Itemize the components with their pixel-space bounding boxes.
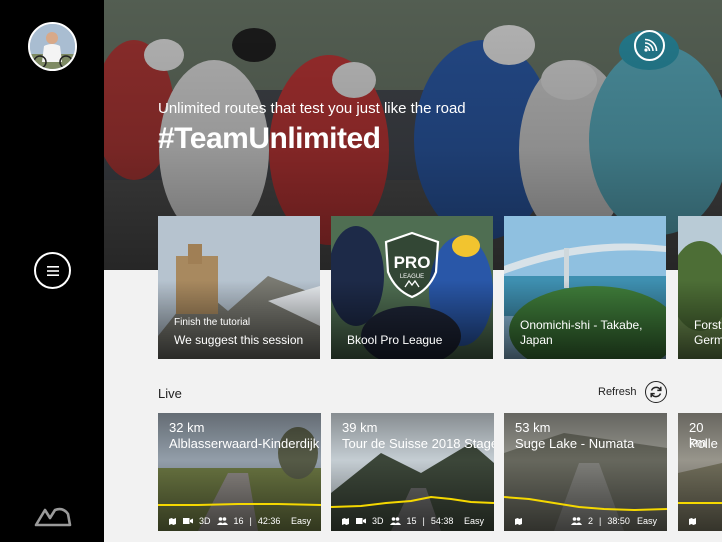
- route-meta: 2 | 38:50 Easy: [514, 515, 657, 527]
- avatar-image: [30, 24, 75, 69]
- route-distance: 53 km: [515, 420, 551, 435]
- route-meta: [688, 515, 712, 527]
- wifi-icon: [643, 38, 657, 52]
- hamburger-icon: [46, 265, 59, 276]
- card-title: Forst Germ: [694, 318, 722, 347]
- route-mode: 3D: [372, 516, 384, 526]
- map-icon: [688, 517, 697, 526]
- app-window: Unlimited routes that test you just like…: [0, 0, 722, 542]
- sidebar: [0, 0, 104, 542]
- elevation-profile: [158, 503, 321, 506]
- user-avatar[interactable]: [28, 22, 77, 71]
- riders-icon: [571, 517, 582, 525]
- route-name: Alblasserwaard-Kinderdijk: [169, 436, 320, 451]
- hero-title: #TeamUnlimited: [158, 122, 381, 155]
- route-difficulty: Easy: [463, 516, 484, 526]
- refresh-icon: [650, 386, 662, 398]
- route-name: Tour de Suisse 2018 Stage: [342, 436, 494, 451]
- route-time: 54:38: [430, 516, 454, 526]
- featured-card-pro-league[interactable]: PRO LEAGUE Bkool Pro League: [331, 216, 493, 359]
- card-title: We suggest this session: [174, 333, 304, 347]
- elevation-profile: [678, 502, 722, 504]
- hero-subtitle: Unlimited routes that test you just like…: [158, 100, 466, 117]
- route-riders: 15: [406, 516, 417, 526]
- route-card[interactable]: 53 km Suge Lake - Numata 2 | 38:50 Easy: [504, 413, 667, 531]
- bkool-logo-icon: [34, 507, 72, 527]
- video-icon: [183, 517, 193, 525]
- featured-card-tutorial[interactable]: Finish the tutorial We suggest this sess…: [158, 216, 320, 359]
- menu-button[interactable]: [34, 252, 71, 289]
- riders-icon: [216, 517, 228, 525]
- route-meta: 3D 16 | 42:36 Easy: [168, 515, 311, 527]
- card-title: Bkool Pro League: [347, 333, 443, 347]
- refresh-button[interactable]: [645, 381, 667, 403]
- map-icon: [514, 517, 523, 526]
- route-distance: 39 km: [342, 420, 378, 435]
- route-time: 38:50: [607, 516, 630, 526]
- live-section-title: Live: [158, 386, 182, 401]
- route-name: Suge Lake - Numata: [515, 436, 635, 451]
- route-riders: 16: [233, 516, 244, 526]
- route-card[interactable]: 39 km Tour de Suisse 2018 Stage 3D 15 | …: [331, 413, 494, 531]
- pro-league-badge-icon: PRO LEAGUE: [384, 231, 440, 299]
- meta-separator: |: [422, 516, 425, 526]
- route-card[interactable]: 20 km Polle: [678, 413, 722, 531]
- route-time: 42:36: [257, 516, 281, 526]
- route-mode: 3D: [199, 516, 211, 526]
- featured-card-forst[interactable]: Forst Germ: [678, 216, 722, 359]
- card-title: Onomichi-shi - Takabe, Japan: [520, 318, 643, 347]
- route-meta: 3D 15 | 54:38 Easy: [341, 515, 484, 527]
- route-distance: 32 km: [169, 420, 205, 435]
- connection-button[interactable]: [634, 30, 665, 61]
- route-difficulty: Easy: [636, 516, 657, 526]
- route-difficulty: Easy: [290, 516, 311, 526]
- featured-card-onomichi[interactable]: Onomichi-shi - Takabe, Japan: [504, 216, 666, 359]
- badge-text-league: LEAGUE: [400, 274, 424, 280]
- card-eyebrow: Finish the tutorial: [174, 317, 251, 328]
- refresh-label[interactable]: Refresh: [598, 386, 637, 398]
- meta-separator: |: [599, 516, 602, 526]
- video-icon: [356, 517, 366, 525]
- badge-text-pro: PRO: [394, 253, 431, 272]
- route-riders: 2: [588, 516, 594, 526]
- meta-separator: |: [249, 516, 252, 526]
- route-name: Polle: [689, 436, 718, 451]
- riders-icon: [389, 517, 401, 525]
- elevation-profile: [504, 496, 667, 512]
- map-icon: [341, 517, 350, 526]
- route-card[interactable]: 32 km Alblasserwaard-Kinderdijk 3D 16 | …: [158, 413, 321, 531]
- map-icon: [168, 517, 177, 526]
- elevation-profile: [331, 495, 494, 508]
